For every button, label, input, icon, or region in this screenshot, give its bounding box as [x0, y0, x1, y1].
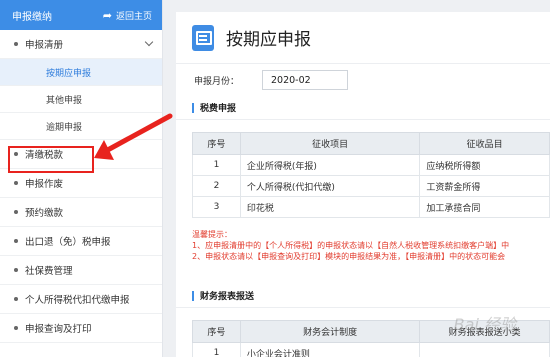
bullet-icon: [14, 210, 18, 214]
tips-title: 温馨提示：: [192, 230, 232, 239]
column-header: 征收项目: [239, 132, 421, 155]
table-row[interactable]: 2 个人所得税(代扣代缴) 工资薪金所得: [192, 175, 550, 197]
column-header: 序号: [192, 320, 241, 343]
bullet-icon: [14, 181, 18, 185]
sidebar-title: 申报缴纳: [12, 11, 52, 23]
column-header: 序号: [192, 132, 241, 155]
tip-line: 2、申报状态请以【申报查询及打印】模块的申报结果为准，【申报清册】中的状态可能会: [192, 252, 506, 261]
table-cell: 企业所得税(年报): [239, 154, 421, 176]
menu-item-declaration-list[interactable]: 申报清册: [0, 30, 162, 59]
table-cell: 3: [192, 196, 241, 218]
menu-item-label: 申报查询及打印: [25, 324, 92, 335]
table-cell: [419, 342, 550, 357]
table-row[interactable]: 3 印花税 加工承揽合同: [192, 196, 550, 218]
bullet-icon: [14, 239, 18, 243]
document-icon: [192, 24, 214, 51]
menu-item-label: 申报清册: [25, 40, 64, 51]
menu-item-label: 社保费管理: [25, 266, 73, 277]
bullet-icon: [14, 297, 18, 301]
bullet-icon: [14, 326, 18, 330]
main-panel: 按期应申报 申报月份： 2020-02 税费申报 序号 征收项目 征收品目 1 …: [176, 12, 550, 357]
menu-item-scheduled-payment[interactable]: 预约缴款: [0, 198, 162, 227]
sidebar: 申报缴纳 ➦ 返回主页 申报清册 按期应申报 其他申报 逾期申报 清缴税款 申报…: [0, 0, 163, 357]
table-cell: 应纳税所得额: [419, 154, 550, 176]
column-header: 征收品目: [419, 132, 550, 155]
warm-tips: 温馨提示： 1、应申报清册中的【个人所得税】的申报状态请以【自然人税收管理系统扣…: [192, 229, 550, 262]
submenu-item-due-declaration[interactable]: 按期应申报: [0, 59, 162, 86]
back-arrow-icon: ➦: [102, 8, 112, 22]
finance-section-title: 财务报表报送: [176, 284, 550, 308]
table-cell: 个人所得税(代扣代缴): [239, 175, 421, 197]
tax-table: 序号 征收项目 征收品目 1 企业所得税(年报) 应纳税所得额 2 个人所得税(…: [192, 132, 550, 218]
table-header-row: 序号 征收项目 征收品目: [192, 132, 550, 155]
menu-item-label: 个人所得税代扣代缴申报: [25, 295, 130, 306]
chevron-down-icon: [144, 37, 154, 47]
menu-item-label: 出口退（免）税申报: [25, 237, 111, 248]
table-cell: 1: [192, 342, 241, 357]
table-row[interactable]: 1 小企业会计准则: [192, 342, 550, 357]
table-cell: 工资薪金所得: [419, 175, 550, 197]
period-row: 申报月份： 2020-02: [176, 64, 550, 96]
column-header: 财务会计制度: [239, 320, 421, 343]
page-title: 按期应申报: [226, 30, 311, 50]
bullet-icon: [14, 42, 18, 46]
bullet-icon: [14, 268, 18, 272]
submenu-item-other-declaration[interactable]: 其他申报: [0, 86, 162, 113]
menu-item-void-declaration[interactable]: 申报作废: [0, 169, 162, 198]
table-cell: 2: [192, 175, 241, 197]
period-label: 申报月份：: [194, 76, 240, 87]
menu-item-query-print[interactable]: 申报查询及打印: [0, 314, 162, 343]
tip-line: 1、应申报清册中的【个人所得税】的申报状态请以【自然人税收管理系统扣缴客户端】中: [192, 241, 510, 250]
sidebar-header: 申报缴纳 ➦ 返回主页: [0, 0, 162, 30]
page-header: 按期应申报: [176, 12, 550, 64]
watermark: Bai 经验: [453, 315, 516, 334]
menu-item-label: 预约缴款: [25, 208, 64, 219]
table-cell: 1: [192, 154, 241, 176]
highlight-annotation-box: [8, 146, 94, 173]
menu-item-export-refund[interactable]: 出口退（免）税申报: [0, 227, 162, 256]
table-row[interactable]: 1 企业所得税(年报) 应纳税所得额: [192, 154, 550, 176]
menu-item-label: 申报作废: [25, 179, 64, 190]
table-cell: 小企业会计准则: [239, 342, 421, 357]
submenu-item-overdue-declaration[interactable]: 逾期申报: [0, 113, 162, 140]
menu-item-iit-withholding[interactable]: 个人所得税代扣代缴申报: [0, 285, 162, 314]
table-cell: 加工承揽合同: [419, 196, 550, 218]
table-cell: 印花税: [239, 196, 421, 218]
tax-section-title: 税费申报: [176, 96, 550, 120]
period-input[interactable]: 2020-02: [262, 70, 348, 90]
menu-item-social-insurance[interactable]: 社保费管理: [0, 256, 162, 285]
return-home-label: 返回主页: [115, 11, 152, 22]
return-home-button[interactable]: ➦ 返回主页: [103, 9, 152, 22]
